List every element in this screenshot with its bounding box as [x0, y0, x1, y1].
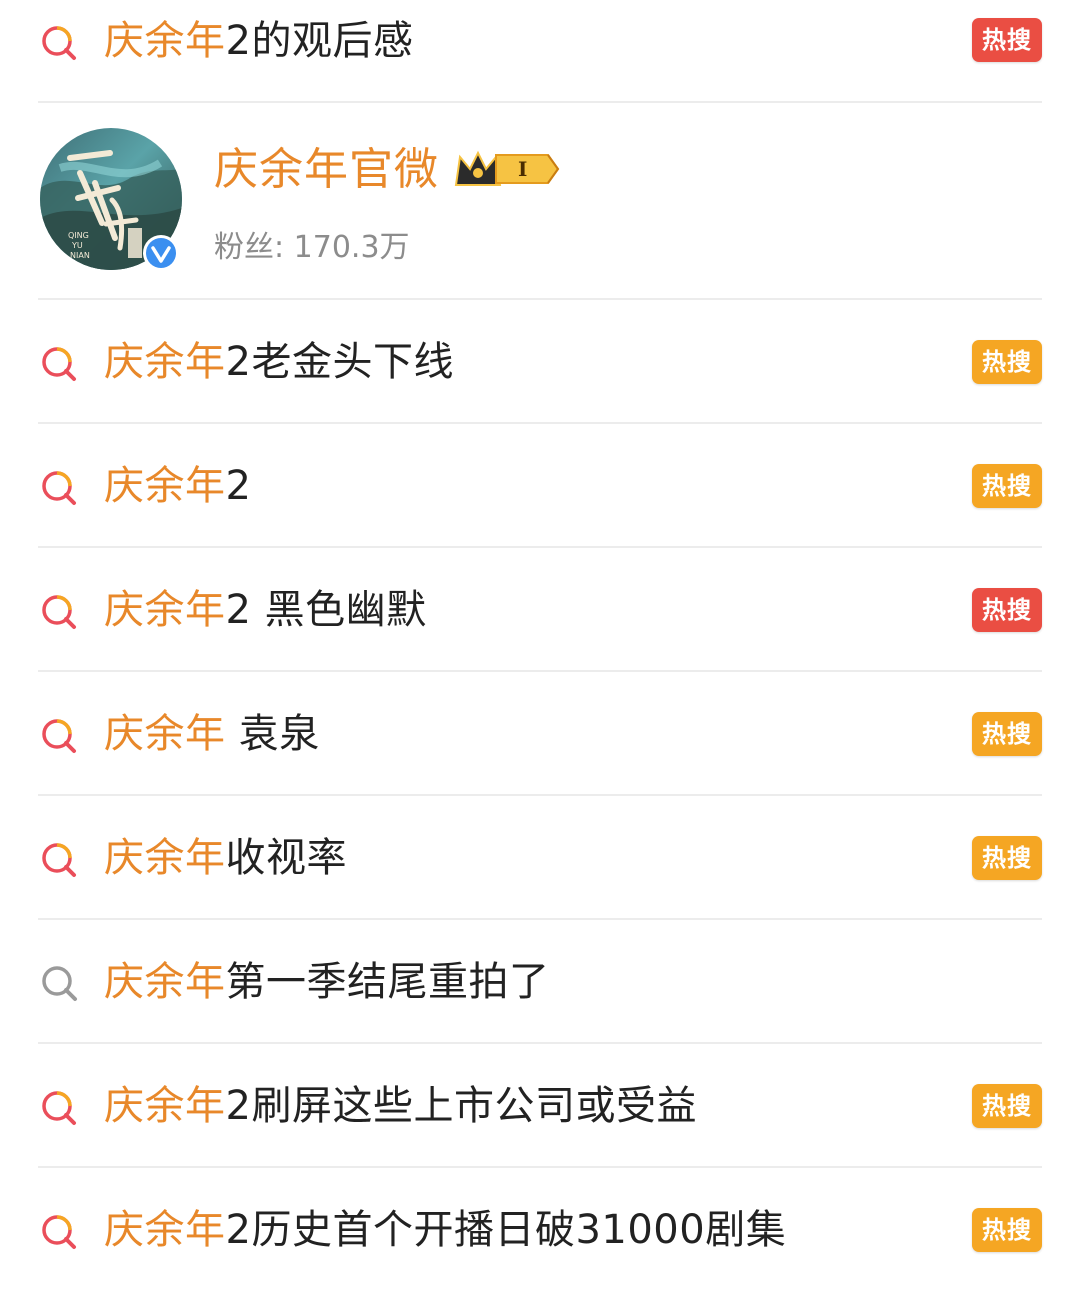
suggestion-row[interactable]: 庆余年2 热搜: [0, 424, 1080, 548]
suggestion-row[interactable]: 庆余年收视率 热搜: [0, 796, 1080, 920]
hot-search-icon: [42, 471, 76, 505]
suggestion-row[interactable]: 庆余年2 黑色幽默 热搜: [0, 548, 1080, 672]
suggestion-rest: 袁泉: [225, 711, 320, 757]
suggestion-rest: 2刷屏这些上市公司或受益: [225, 1083, 697, 1129]
suggestion-text: 庆余年收视率: [104, 834, 347, 882]
suggestion-text: 庆余年2老金头下线: [104, 338, 454, 386]
verified-badge-icon: [143, 235, 179, 271]
hot-search-icon: [42, 595, 76, 629]
account-name[interactable]: 庆余年官微: [214, 143, 439, 197]
hot-badge: 热搜: [972, 712, 1042, 756]
suggestion-keyword: 庆余年: [104, 711, 226, 757]
hot-search-icon: [42, 719, 76, 753]
hot-search-icon: [42, 1091, 76, 1125]
account-card[interactable]: QING YU NIAN 庆余年官微 I 粉丝: 170.3万: [0, 103, 1080, 299]
hot-badge: 热搜: [972, 588, 1042, 632]
suggestion-keyword: 庆余年: [104, 959, 226, 1005]
hot-badge: 热搜: [972, 340, 1042, 384]
hot-badge: 热搜: [972, 18, 1042, 62]
suggestion-row[interactable]: 庆余年第一季结尾重拍了: [0, 920, 1080, 1044]
suggestion-row[interactable]: 庆余年2刷屏这些上市公司或受益 热搜: [0, 1044, 1080, 1168]
suggestion-text: 庆余年2历史首个开播日破31000剧集: [104, 1206, 786, 1254]
suggestion-rest: 收视率: [225, 835, 347, 881]
vip-crown-icon: I: [454, 150, 560, 186]
suggestion-rest: 2的观后感: [225, 18, 414, 64]
suggestion-keyword: 庆余年: [104, 339, 226, 385]
hot-badge: 热搜: [972, 1084, 1042, 1128]
suggestion-rest: 2老金头下线: [225, 339, 454, 385]
svg-text:QING: QING: [68, 231, 89, 240]
suggestion-text: 庆余年2 黑色幽默: [104, 586, 427, 634]
suggestion-row[interactable]: 庆余年 袁泉 热搜: [0, 672, 1080, 796]
suggestion-row[interactable]: 庆余年2老金头下线 热搜: [0, 300, 1080, 424]
suggestion-keyword: 庆余年: [104, 587, 226, 633]
hot-badge: 热搜: [972, 836, 1042, 880]
suggestion-row[interactable]: 庆余年2历史首个开播日破31000剧集 热搜: [0, 1168, 1080, 1292]
suggestion-text: 庆余年2的观后感: [104, 17, 413, 65]
suggestion-keyword: 庆余年: [104, 835, 226, 881]
suggestion-row[interactable]: 庆余年2的观后感 热搜: [0, 0, 1080, 106]
suggestion-rest: 第一季结尾重拍了: [225, 959, 550, 1005]
suggestion-keyword: 庆余年: [104, 1207, 226, 1253]
svg-text:NIAN: NIAN: [70, 251, 90, 260]
suggestion-keyword: 庆余年: [104, 1083, 226, 1129]
hot-badge: 热搜: [972, 464, 1042, 508]
suggestion-keyword: 庆余年: [104, 463, 226, 509]
suggestion-rest: 2 黑色幽默: [225, 587, 427, 633]
fans-count: 粉丝: 170.3万: [214, 230, 410, 265]
hot-search-icon: [42, 26, 76, 60]
suggestion-keyword: 庆余年: [104, 18, 226, 64]
hot-search-icon: [42, 843, 76, 877]
search-icon: [42, 966, 77, 1001]
suggestion-text: 庆余年 袁泉: [104, 710, 320, 758]
vip-level: I: [518, 157, 527, 181]
hot-search-icon: [42, 347, 76, 381]
svg-text:YU: YU: [71, 241, 83, 250]
hot-search-icon: [42, 1215, 76, 1249]
suggestion-rest: 2: [225, 463, 252, 509]
suggestion-rest: 2历史首个开播日破31000剧集: [225, 1207, 787, 1253]
suggestion-text: 庆余年2: [104, 462, 251, 510]
hot-badge: 热搜: [972, 1208, 1042, 1252]
suggestion-text: 庆余年2刷屏这些上市公司或受益: [104, 1082, 697, 1130]
search-suggestion-list: 庆余年2的观后感 热搜 QING YU NIAN 庆余年官微 I 粉丝: 170…: [0, 0, 1080, 1285]
suggestion-text: 庆余年第一季结尾重拍了: [104, 958, 550, 1006]
